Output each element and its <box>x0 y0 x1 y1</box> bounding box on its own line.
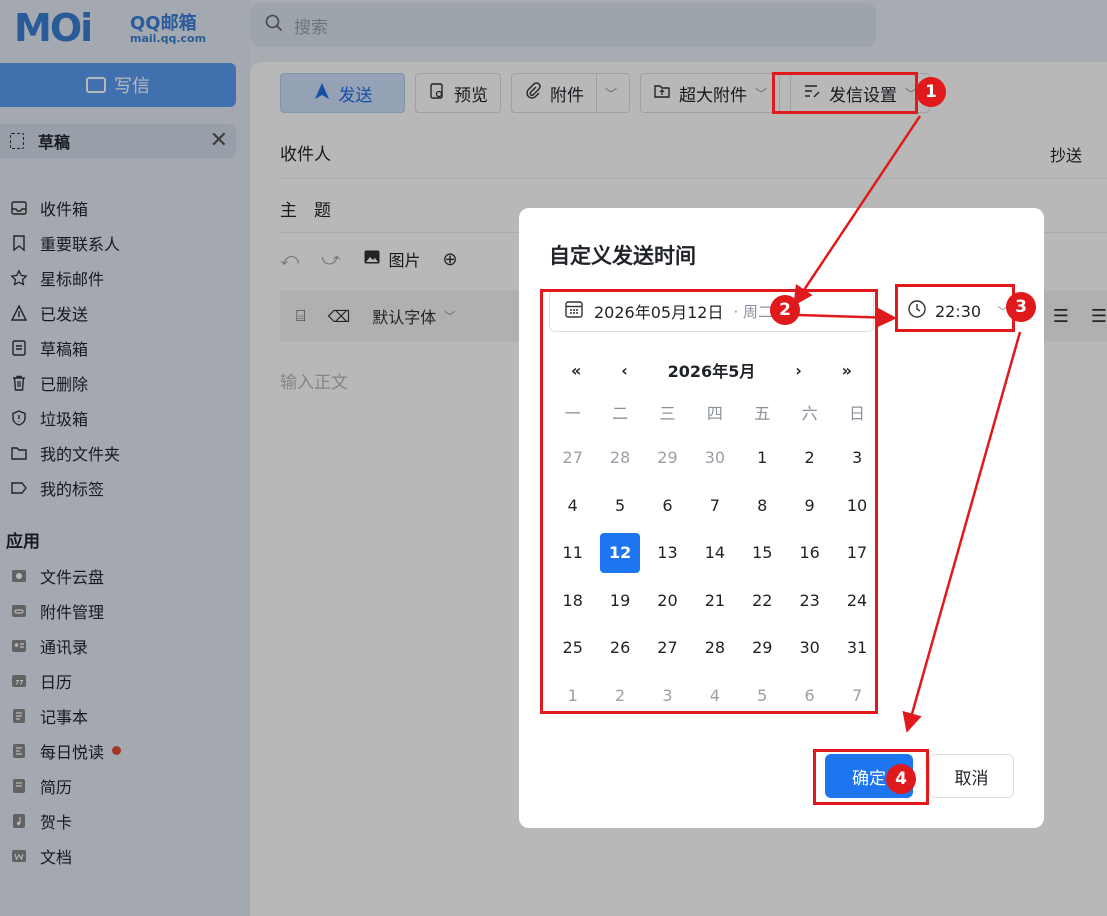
step-badge-4: 4 <box>886 764 916 794</box>
highlight-box-send-settings <box>772 72 918 114</box>
step-badge-1: 1 <box>916 77 946 107</box>
step-badge-2: 2 <box>770 295 800 325</box>
dialog-title: 自定义发送时间 <box>549 244 696 268</box>
highlight-box-time-picker <box>895 284 1015 332</box>
step-badge-3: 3 <box>1006 292 1036 322</box>
cancel-button[interactable]: 取消 <box>929 754 1014 798</box>
highlight-box-date-picker <box>540 289 878 714</box>
